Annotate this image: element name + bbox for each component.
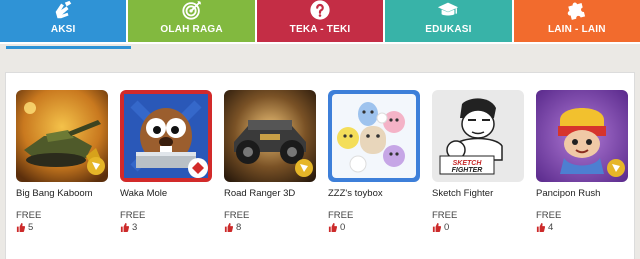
game-thumbnail[interactable] [536, 90, 628, 182]
game-price: FREE [16, 210, 42, 221]
game-likes: 4 [536, 222, 632, 233]
thumbs-up-icon [328, 223, 337, 232]
category-tabs: AKSI OLAH RAGA TEKA - TEKI EDUKASI LAIN … [0, 0, 640, 44]
app-root: AKSI OLAH RAGA TEKA - TEKI EDUKASI LAIN … [0, 0, 640, 259]
thumbs-up-icon [536, 223, 545, 232]
games-panel: Big Bang Kaboom FREE 5 Waka Mole FREE 3 … [5, 72, 635, 259]
likes-count: 8 [236, 222, 242, 233]
question-icon [309, 0, 331, 21]
game-price: FREE [536, 210, 562, 221]
thumbs-up-icon [224, 223, 233, 232]
game-title[interactable]: Pancipon Rush [536, 188, 632, 199]
puzzle-icon [566, 0, 588, 21]
game-likes: 8 [224, 222, 320, 233]
tab-label: OLAH RAGA [160, 24, 223, 35]
game-card-zzzs-toybox[interactable]: ZZZ's toybox FREE 0 [328, 90, 424, 233]
game-likes: 5 [16, 222, 112, 233]
game-title[interactable]: Road Ranger 3D [224, 188, 320, 199]
game-title[interactable]: Sketch Fighter [432, 188, 528, 199]
active-tab-indicator [6, 46, 131, 49]
game-likes: 0 [432, 222, 528, 233]
game-thumbnail[interactable] [120, 90, 212, 182]
tab-label: LAIN - LAIN [547, 24, 606, 35]
tab-label: AKSI [50, 24, 76, 35]
likes-count: 3 [132, 222, 138, 233]
tab-aksi[interactable]: AKSI [0, 0, 127, 42]
tab-lain-lain[interactable]: LAIN - LAIN [513, 0, 640, 42]
likes-count: 5 [28, 222, 34, 233]
tab-teka-teki[interactable]: TEKA - TEKI [256, 0, 384, 42]
likes-count: 4 [548, 222, 554, 233]
thumbs-up-icon [432, 223, 441, 232]
game-card-pancipon-rush[interactable]: Pancipon Rush FREE 4 [536, 90, 632, 233]
game-thumbnail[interactable] [224, 90, 316, 182]
game-thumbnail[interactable]: SKETCH FIGHTER [432, 90, 524, 182]
hands-icon [52, 0, 74, 21]
tab-label: EDUKASI [425, 24, 472, 35]
game-card-road-ranger-3d[interactable]: Road Ranger 3D FREE 8 [224, 90, 320, 233]
game-card-big-bang-kaboom[interactable]: Big Bang Kaboom FREE 5 [16, 90, 112, 233]
sketch-fighter-logo-bottom: FIGHTER [452, 167, 483, 174]
target-icon [181, 0, 203, 21]
game-likes: 3 [120, 222, 216, 233]
tab-olah-raga[interactable]: OLAH RAGA [128, 0, 255, 42]
game-likes: 0 [328, 222, 424, 233]
game-price: FREE [432, 210, 458, 221]
thumbs-up-icon [16, 223, 25, 232]
thumbs-up-icon [120, 223, 129, 232]
likes-count: 0 [444, 222, 450, 233]
game-price: FREE [328, 210, 354, 221]
game-title[interactable]: ZZZ's toybox [328, 188, 424, 199]
tab-label: TEKA - TEKI [289, 24, 351, 35]
tab-edukasi[interactable]: EDUKASI [385, 0, 512, 42]
game-title[interactable]: Waka Mole [120, 188, 216, 199]
game-card-waka-mole[interactable]: Waka Mole FREE 3 [120, 90, 216, 233]
game-thumbnail[interactable] [16, 90, 108, 182]
game-title[interactable]: Big Bang Kaboom [16, 188, 112, 199]
sketch-fighter-logo-top: SKETCH [453, 160, 483, 167]
game-card-sketch-fighter[interactable]: SKETCH FIGHTER Sketch Fighter FREE 0 [432, 90, 528, 233]
game-price: FREE [120, 210, 146, 221]
game-price: FREE [224, 210, 250, 221]
likes-count: 0 [340, 222, 346, 233]
game-thumbnail[interactable] [328, 90, 420, 182]
graduation-cap-icon [437, 0, 459, 21]
